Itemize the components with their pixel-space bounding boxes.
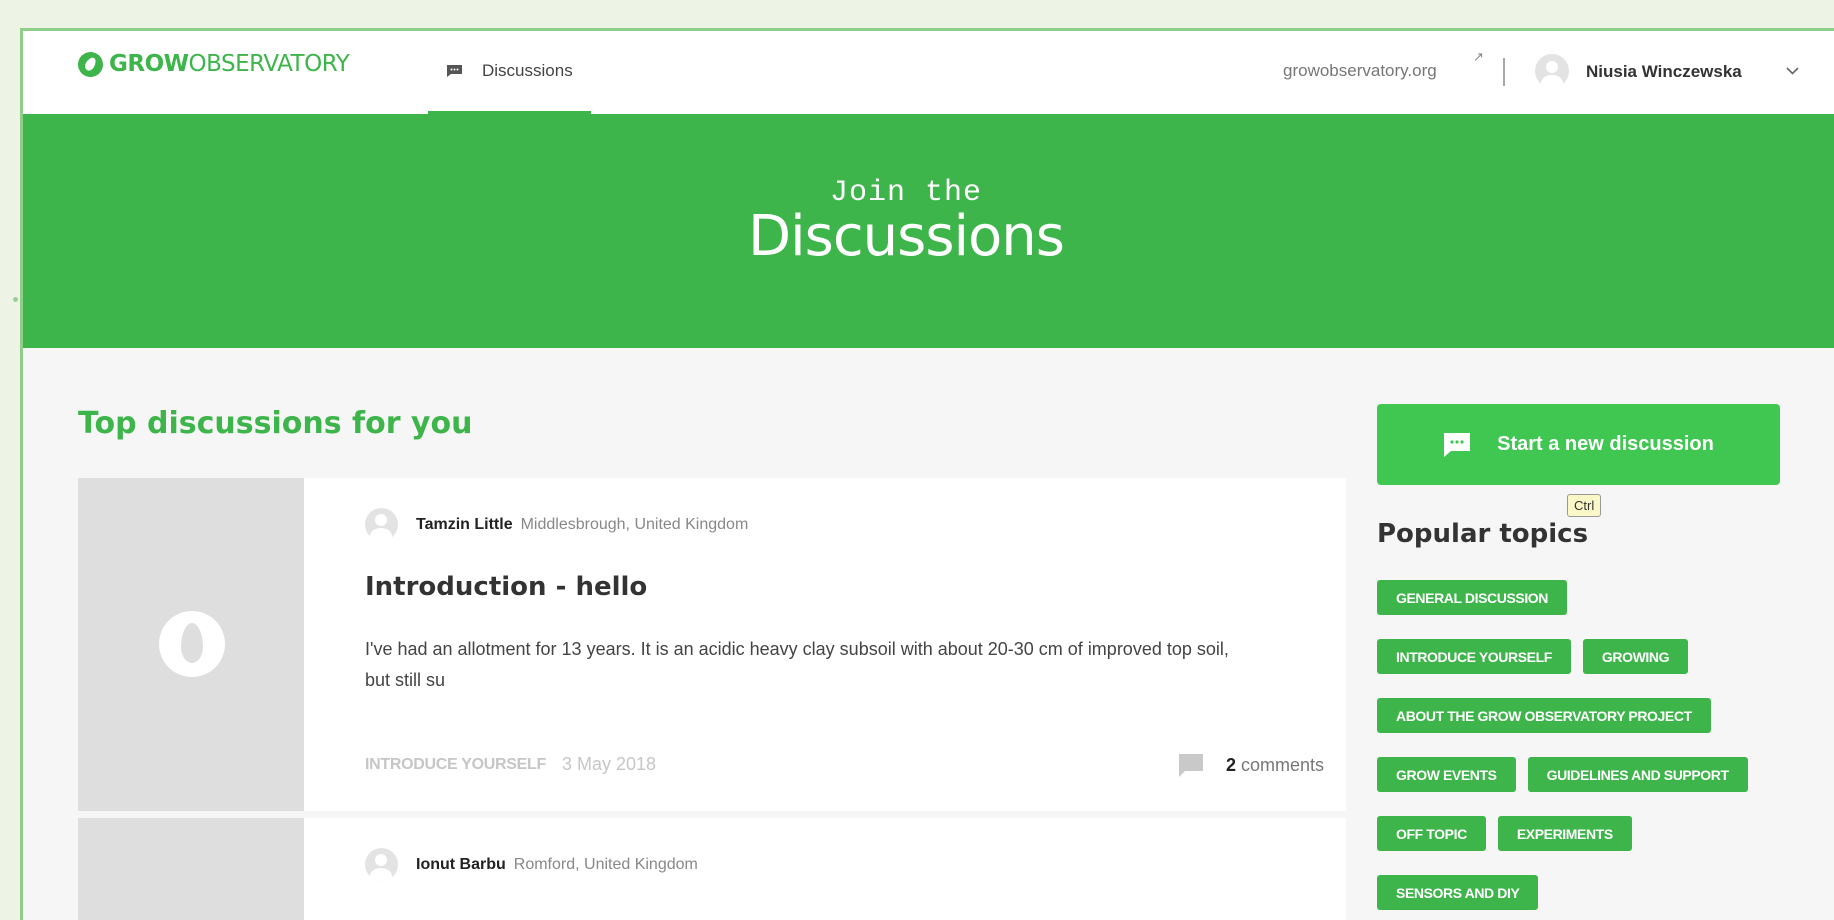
popular-topics-list: GENERAL DISCUSSION INTRODUCE YOURSELF GR…	[1377, 580, 1797, 910]
chat-bubble-icon	[447, 65, 462, 77]
discussion-body: Tamzin Little Middlesbrough, United King…	[304, 478, 1346, 811]
topic-experiments[interactable]: EXPERIMENTS	[1497, 816, 1632, 851]
app-window: GROW OBSERVATORY Discussions growobserva…	[20, 28, 1834, 920]
grow-observatory-logo[interactable]: GROW OBSERVATORY	[78, 51, 350, 77]
topic-introduce-yourself[interactable]: INTRODUCE YOURSELF	[1377, 639, 1571, 674]
discussion-title[interactable]: Introduction - hello	[365, 572, 647, 602]
discussion-thumbnail[interactable]	[78, 818, 304, 920]
comments-link[interactable]: 2 comments	[1178, 752, 1324, 778]
leaf-icon	[78, 51, 103, 77]
leaf-placeholder-icon	[159, 611, 225, 677]
discussion-date: 3 May 2018	[561, 754, 657, 774]
discussion-excerpt: I've had an allotment for 13 years. It i…	[365, 639, 1229, 690]
discussion-card[interactable]: Tamzin Little Middlesbrough, United King…	[78, 478, 1346, 811]
section-title: Top discussions for you	[78, 406, 473, 441]
tab-discussions-label: Discussions	[482, 61, 573, 80]
top-navigation-bar: GROW OBSERVATORY Discussions growobserva…	[23, 31, 1834, 114]
popular-topics-title: Popular topics	[1377, 519, 1589, 549]
topic-general-discussion[interactable]: GENERAL DISCUSSION	[1377, 580, 1568, 615]
topic-off-topic[interactable]: OFF TOPIC	[1377, 816, 1486, 851]
user-avatar[interactable]	[1535, 54, 1569, 88]
header-divider	[1503, 58, 1505, 86]
window-edge-dot	[13, 297, 18, 302]
logo-grow-text: GROW	[109, 51, 189, 77]
author-location: Middlesbrough, United Kingdom	[520, 515, 749, 533]
user-name[interactable]: Niusia Winczewska	[1586, 62, 1742, 82]
author-name: Tamzin Little	[416, 515, 513, 533]
topic-growing[interactable]: GROWING	[1582, 639, 1689, 674]
comment-icon	[1178, 754, 1203, 777]
discussion-topic[interactable]: INTRODUCE YOURSELF	[365, 756, 546, 774]
topic-about-grow-observatory-project[interactable]: ABOUT THE GROW OBSERVATORY PROJECT	[1377, 698, 1711, 733]
author-row: Ionut Barbu Romford, United Kingdom	[365, 848, 698, 881]
comment-label: comments	[1240, 754, 1324, 775]
external-link-icon: ↗	[1473, 49, 1484, 64]
discussion-meta: INTRODUCE YOURSELF 3 May 2018	[365, 754, 656, 775]
tab-discussions[interactable]: Discussions	[428, 31, 591, 114]
topic-grow-events[interactable]: GROW EVENTS	[1377, 757, 1516, 792]
author-name: Ionut Barbu	[416, 855, 506, 873]
author-row: Tamzin Little Middlesbrough, United King…	[365, 508, 748, 541]
topic-guidelines-and-support[interactable]: GUIDELINES AND SUPPORT	[1527, 757, 1748, 792]
start-new-discussion-button[interactable]: Start a new discussion	[1377, 404, 1780, 485]
discussion-body: Ionut Barbu Romford, United Kingdom	[304, 818, 1346, 920]
author-location: Romford, United Kingdom	[513, 855, 698, 873]
chevron-down-icon[interactable]	[1785, 63, 1800, 78]
comment-count: 2	[1225, 754, 1236, 775]
growobservatory-link[interactable]: growobservatory.org	[1283, 61, 1437, 81]
keyboard-tooltip: Ctrl	[1567, 494, 1602, 517]
logo-observatory-text: OBSERVATORY	[188, 51, 350, 77]
topic-sensors-and-diy[interactable]: SENSORS AND DIY	[1377, 875, 1539, 910]
author-avatar	[365, 848, 398, 881]
discussion-card[interactable]: Ionut Barbu Romford, United Kingdom	[78, 818, 1346, 920]
author-avatar	[365, 508, 398, 541]
start-new-discussion-label: Start a new discussion	[1497, 433, 1714, 455]
hero-title: Discussions	[748, 204, 1065, 269]
hero-banner: Join the Discussions	[23, 114, 1834, 348]
discussion-thumbnail[interactable]	[78, 478, 304, 811]
chat-bubble-icon	[1444, 432, 1471, 457]
